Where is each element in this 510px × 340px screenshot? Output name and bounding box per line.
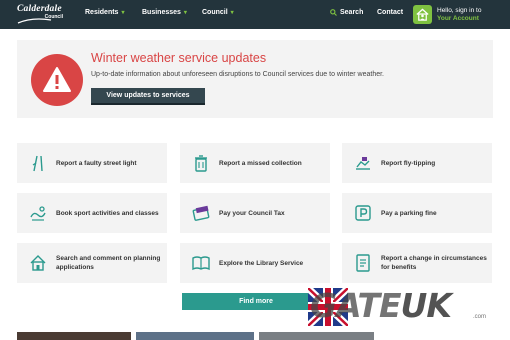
tile-label: Pay your Council Tax	[219, 209, 285, 217]
account-greeting: Hello, sign in to	[437, 6, 482, 14]
house-icon	[28, 253, 48, 273]
tile-label: Report a faulty street light	[56, 159, 137, 167]
wallet-icon	[191, 203, 211, 223]
alert-description: Up-to-date information about unforeseen …	[91, 71, 384, 78]
watermark-text-b: UK	[400, 286, 452, 325]
tile-report-street-light[interactable]: Report a faulty street light	[17, 143, 167, 183]
watermark-suffix: .com	[473, 314, 487, 320]
top-navigation-bar: Calderdale Council Residents ▾ Businesse…	[0, 0, 510, 29]
tile-label: Search and comment on planning applicati…	[56, 255, 161, 271]
sport-icon	[28, 203, 48, 223]
tile-label: Book sport activities and classes	[56, 209, 159, 217]
tile-pay-council-tax[interactable]: Pay your Council Tax	[180, 193, 330, 233]
chevron-down-icon: ▾	[183, 10, 187, 16]
nav-council[interactable]: Council ▾	[202, 9, 234, 16]
nav-council-label: Council	[202, 9, 228, 16]
tile-change-circumstances[interactable]: Report a change in circumstances for ben…	[342, 243, 492, 283]
street-light-icon	[28, 153, 48, 173]
search-link[interactable]: Search	[330, 9, 363, 16]
chevron-down-icon: ▾	[121, 10, 125, 16]
tile-book-sport[interactable]: Book sport activities and classes	[17, 193, 167, 233]
winter-weather-alert: Winter weather service updates Up-to-dat…	[17, 40, 493, 118]
search-label: Search	[340, 9, 364, 16]
parking-icon	[353, 203, 373, 223]
tile-label: Pay a parking fine	[381, 209, 437, 217]
tile-planning-applications[interactable]: Search and comment on planning applicati…	[17, 243, 167, 283]
bin-icon	[191, 153, 211, 173]
warning-icon	[31, 54, 83, 106]
tile-report-fly-tipping[interactable]: Report fly-tipping	[342, 143, 492, 183]
feature-image[interactable]	[259, 332, 374, 340]
nav-residents-label: Residents	[85, 9, 119, 16]
nav-residents[interactable]: Residents ▾	[85, 9, 124, 16]
watermark-text: GATEUK	[310, 286, 452, 325]
feature-image[interactable]	[17, 332, 131, 340]
tile-label: Report a missed collection	[219, 159, 302, 167]
watermark: GATEUK .com	[308, 286, 503, 326]
tile-label: Report fly-tipping	[381, 159, 436, 167]
view-updates-button[interactable]: View updates to services	[91, 88, 205, 105]
nav-businesses-label: Businesses	[142, 9, 181, 16]
tile-report-missed-collection[interactable]: Report a missed collection	[180, 143, 330, 183]
search-icon	[330, 9, 337, 16]
calderdale-logo[interactable]: Calderdale Council	[17, 4, 67, 24]
chevron-down-icon: ▾	[230, 10, 234, 16]
feature-image[interactable]	[136, 332, 254, 340]
tile-pay-parking-fine[interactable]: Pay a parking fine	[342, 193, 492, 233]
book-icon	[191, 253, 211, 273]
nav-businesses[interactable]: Businesses ▾	[142, 9, 187, 16]
logo-text: Calderdale	[17, 4, 62, 14]
alert-title: Winter weather service updates	[91, 51, 267, 65]
document-icon	[353, 253, 373, 273]
contact-link[interactable]: Contact	[377, 9, 403, 16]
tile-label: Explore the Library Service	[219, 259, 304, 267]
tile-library-service[interactable]: Explore the Library Service	[180, 243, 330, 283]
tile-label: Report a change in circumstances for ben…	[381, 255, 487, 271]
account-house-icon	[413, 5, 432, 24]
account-link-text: Your Account	[437, 14, 479, 22]
logo-subtext: Council	[44, 14, 63, 20]
account-sign-in[interactable]: Hello, sign in to Your Account	[413, 3, 503, 26]
fly-tipping-icon	[353, 153, 373, 173]
watermark-text-a: GATE	[310, 286, 402, 325]
